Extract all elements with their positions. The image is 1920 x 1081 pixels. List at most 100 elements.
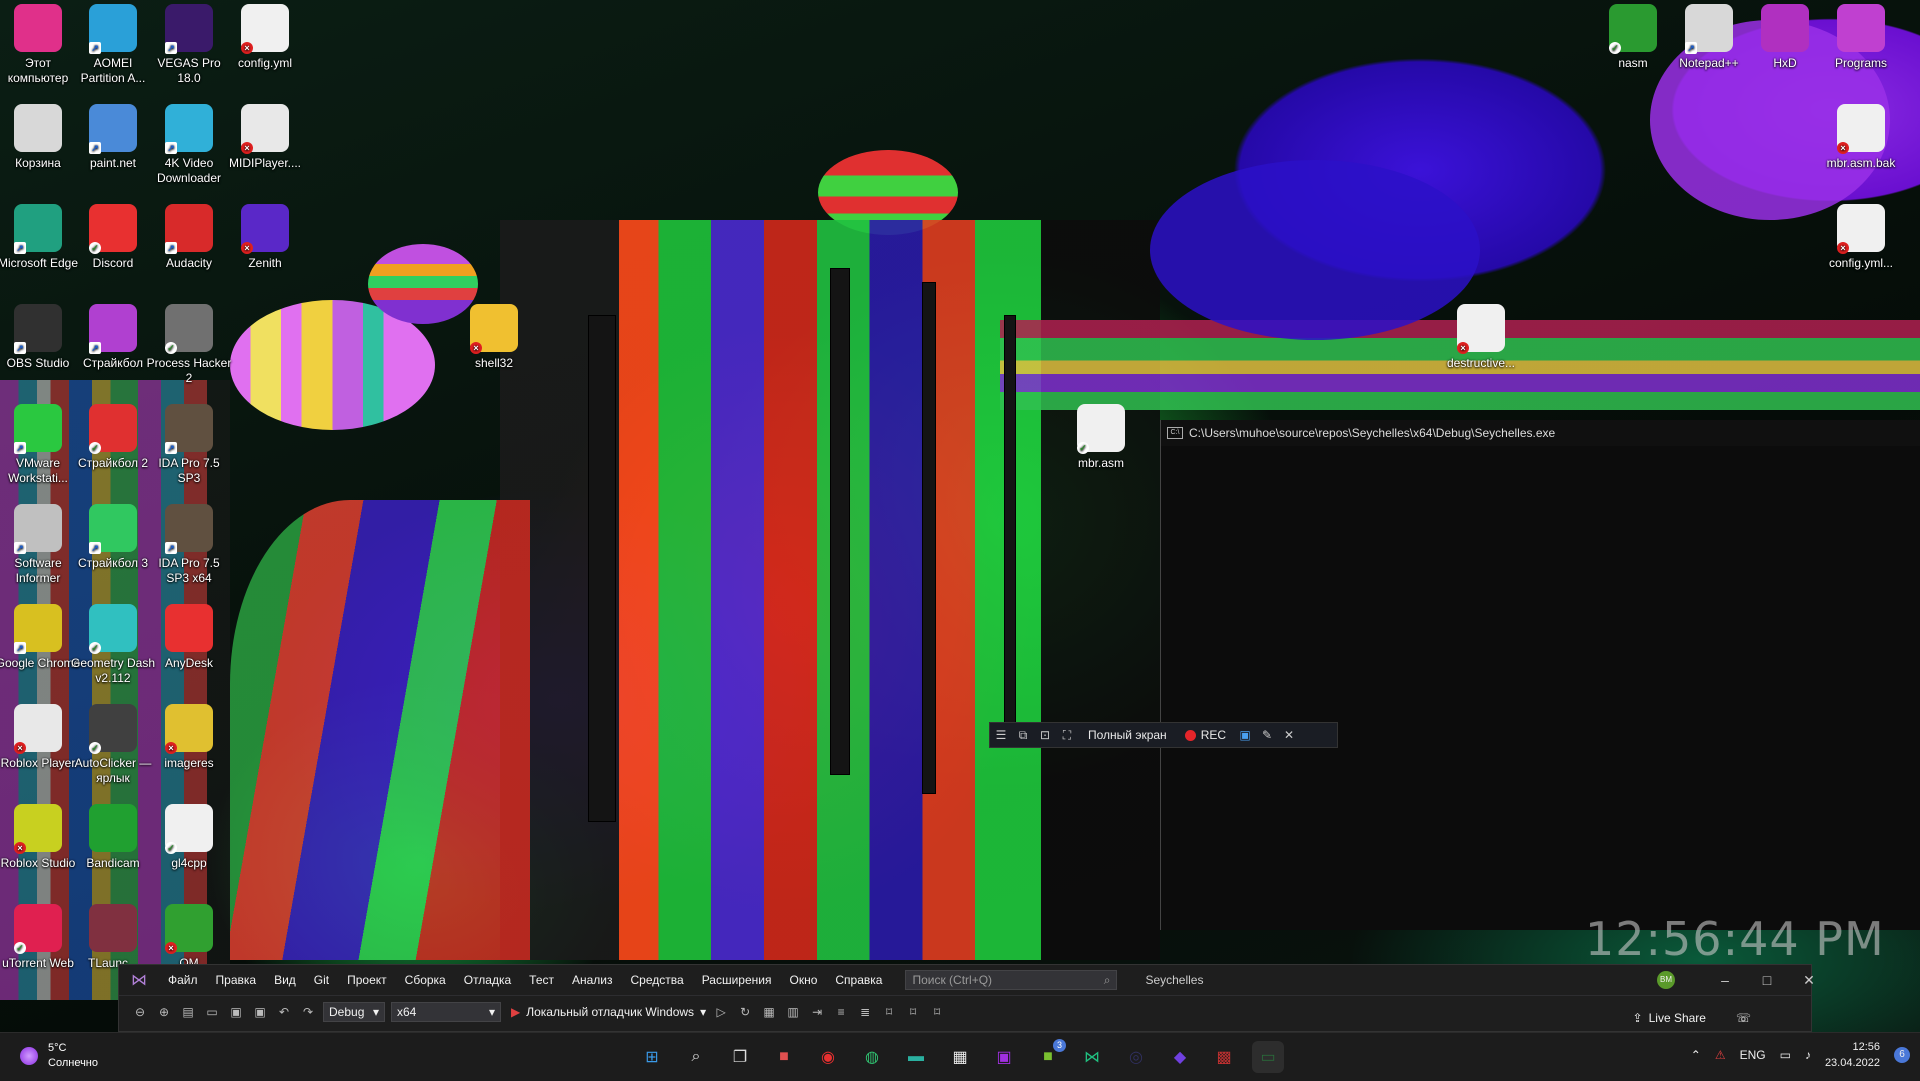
chevron-up-icon[interactable]: ⌃	[1691, 1048, 1701, 1062]
discord-taskbar-icon[interactable]: ◉	[812, 1041, 844, 1073]
desktop-icon[interactable]: × imageres	[146, 700, 232, 771]
desktop-icon[interactable]: × OM	[146, 900, 232, 971]
network-warning-icon[interactable]: ⚠	[1715, 1048, 1726, 1062]
minimize-button[interactable]: –	[1705, 969, 1745, 991]
desktop-icon[interactable]: × Roblox Player	[0, 700, 81, 771]
console-taskbar-icon[interactable]: ▭	[1252, 1041, 1284, 1073]
desktop-icon[interactable]: ↗ Страйкбол	[70, 300, 156, 371]
vs-menu-item[interactable]: Отладка	[455, 973, 520, 987]
desktop-icon[interactable]: Bandicam	[70, 800, 156, 871]
fullscreen-region-icon[interactable]: ⛶	[1056, 724, 1078, 746]
teams-icon[interactable]: ■	[768, 1041, 800, 1073]
bookmark-icon[interactable]: ⌑	[880, 1003, 898, 1021]
back-icon[interactable]: ⊖	[131, 1003, 149, 1021]
desktop-icon[interactable]: × config.yml...	[1818, 200, 1904, 271]
desktop-icon[interactable]: ↗ IDA Pro 7.5 SP3 x64	[146, 500, 232, 586]
language-indicator[interactable]: ENG	[1740, 1048, 1766, 1062]
maximize-button[interactable]: □	[1747, 969, 1787, 991]
desktop-icon[interactable]: ↗ 4K Video Downloader	[146, 100, 232, 186]
anydesk-taskbar-icon[interactable]: ◆	[1164, 1041, 1196, 1073]
desktop-icon[interactable]: ✓ Discord	[70, 200, 156, 271]
desktop-icon[interactable]: × mbr.asm.bak	[1818, 100, 1904, 171]
vs-search-box[interactable]: Поиск (Ctrl+Q) ⌕	[905, 970, 1118, 990]
volume-icon[interactable]: ♪	[1805, 1048, 1811, 1062]
platform-dropdown[interactable]: x64 ▾	[391, 1002, 501, 1022]
desktop-icon[interactable]: AnyDesk	[146, 600, 232, 671]
task-view-icon[interactable]: ❐	[724, 1041, 756, 1073]
region-select-icon[interactable]: ⊡	[1034, 724, 1056, 746]
rec-button[interactable]: REC	[1177, 728, 1234, 742]
desktop-icon[interactable]: Этот компьютер	[0, 0, 81, 86]
desktop-icon[interactable]: ↗ Audacity	[146, 200, 232, 271]
desktop-icon[interactable]: ↗ Microsoft Edge	[0, 200, 81, 271]
vs-menu-item[interactable]: Git	[305, 973, 338, 987]
weather-widget[interactable]: 5°C Солнечно	[20, 1041, 98, 1071]
desktop-icon[interactable]: ✓ nasm	[1590, 0, 1676, 71]
desktop-icon[interactable]: ✓ gl4cpp	[146, 800, 232, 871]
desktop-icon[interactable]: ↗ VEGAS Pro 18.0	[146, 0, 232, 86]
clock[interactable]: 12:56 23.04.2022	[1825, 1039, 1880, 1071]
notification-badge[interactable]: 6	[1894, 1047, 1910, 1063]
minecraft-icon[interactable]: ■ 3	[1032, 1039, 1066, 1073]
start-icon[interactable]: ⊞	[636, 1041, 668, 1073]
search-icon[interactable]: ⌕	[680, 1041, 712, 1073]
start-debugger-button[interactable]: ▶ Локальный отладчик Windows ▾	[511, 1005, 706, 1019]
avatar[interactable]: BM	[1657, 971, 1675, 989]
desktop-icon[interactable]: Корзина	[0, 100, 81, 171]
desktop-icon[interactable]: ✓ Process Hacker 2	[146, 300, 232, 386]
console-window[interactable]: C:\ C:\Users\muhoe\source\repos\Seychell…	[1160, 420, 1920, 930]
desktop-icon[interactable]: ↗ VMware Workstati...	[0, 400, 81, 486]
desktop-icon[interactable]: ↗ Google Chrome	[0, 600, 81, 671]
camera-icon[interactable]: ▣	[1234, 724, 1256, 746]
vs-menu-item[interactable]: Средства	[622, 973, 693, 987]
desktop-icon[interactable]: × config.yml	[222, 0, 308, 71]
start-without-debug-icon[interactable]: ▷	[712, 1003, 730, 1021]
desktop-icon[interactable]: ↗ Страйкбол 3	[70, 500, 156, 571]
network-icon[interactable]: ▭	[1780, 1048, 1791, 1062]
desktop-icon[interactable]: × Roblox Studio	[0, 800, 81, 871]
uncomment-icon[interactable]: ≣	[856, 1003, 874, 1021]
bookmark-prev-icon[interactable]: ⌑	[904, 1003, 922, 1021]
desktop-icon[interactable]: TLaunc...	[70, 900, 156, 971]
fullscreen-label[interactable]: Полный экран	[1078, 728, 1177, 742]
visual-studio-logo-icon[interactable]: ⋈	[119, 970, 159, 990]
new-project-icon[interactable]: ▤	[179, 1003, 197, 1021]
config-dropdown[interactable]: Debug ▾	[323, 1002, 385, 1022]
app-purple-icon[interactable]: ▣	[988, 1041, 1020, 1073]
window-mode-icon[interactable]: ⧉	[1012, 724, 1034, 746]
diagnostics-icon[interactable]: ▥	[784, 1003, 802, 1021]
save-all-icon[interactable]: ▣	[251, 1003, 269, 1021]
desktop-icon[interactable]: × MIDIPlayer....	[222, 100, 308, 171]
desktop-icon[interactable]: ✓ Geometry Dash v2.112	[70, 600, 156, 686]
desktop-icon[interactable]: ↗ Notepad++	[1666, 0, 1752, 71]
vs-menu-item[interactable]: Вид	[265, 973, 305, 987]
menu-icon[interactable]: ☰	[990, 724, 1012, 746]
vs-menu-item[interactable]: Окно	[780, 973, 826, 987]
vs-menu-item[interactable]: Расширения	[693, 973, 781, 987]
feedback-icon[interactable]: ☏	[1736, 1011, 1751, 1025]
desktop-icon[interactable]: × destructive...	[1438, 300, 1524, 371]
step-icon[interactable]: ⇥	[808, 1003, 826, 1021]
comment-icon[interactable]: ≡	[832, 1003, 850, 1021]
bookmark-next-icon[interactable]: ⌑	[928, 1003, 946, 1021]
store-icon[interactable]: ▦	[944, 1041, 976, 1073]
vs-menu-item[interactable]: Сборка	[396, 973, 455, 987]
save-icon[interactable]: ▣	[227, 1003, 245, 1021]
chrome-taskbar-icon[interactable]: ◍	[856, 1041, 888, 1073]
console-titlebar[interactable]: C:\ C:\Users\muhoe\source\repos\Seychell…	[1161, 420, 1920, 446]
desktop-icon[interactable]: ↗ IDA Pro 7.5 SP3	[146, 400, 232, 486]
vs-menu-item[interactable]: Тест	[520, 973, 563, 987]
vs-menu-item[interactable]: Проект	[338, 973, 396, 987]
desktop-icon[interactable]: × Zenith	[222, 200, 308, 271]
undo-icon[interactable]: ↶	[275, 1003, 293, 1021]
desktop-icon[interactable]: × shell32	[451, 300, 537, 371]
desktop-icon[interactable]: ↗ paint.net	[70, 100, 156, 171]
desktop-icon[interactable]: ✓ AutoClicker — ярлык	[70, 700, 156, 786]
pencil-icon[interactable]: ✎	[1256, 724, 1278, 746]
hot-reload-icon[interactable]: ↻	[736, 1003, 754, 1021]
redo-icon[interactable]: ↷	[299, 1003, 317, 1021]
desktop-icon[interactable]: HxD	[1742, 0, 1828, 71]
open-folder-icon[interactable]: ▭	[203, 1003, 221, 1021]
obs-taskbar-icon[interactable]: ◎	[1120, 1041, 1152, 1073]
explorer-icon[interactable]: ▬	[900, 1041, 932, 1073]
